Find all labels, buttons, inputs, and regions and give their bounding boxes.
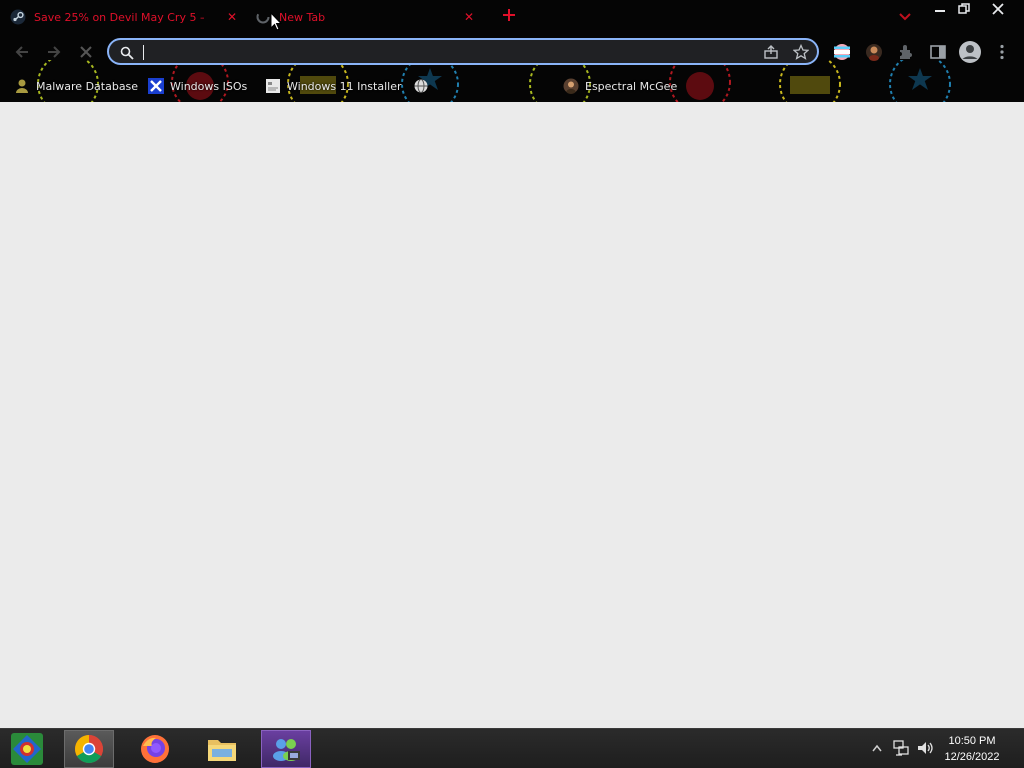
close-window-button[interactable] (985, 0, 1011, 18)
messenger-icon (273, 739, 300, 761)
extension-flag-icon[interactable] (832, 42, 852, 62)
bookmark-windows-11-installer[interactable]: Windows 11 Installer (265, 75, 402, 97)
back-button[interactable] (12, 42, 32, 62)
taskbar-messenger[interactable] (261, 730, 311, 768)
taskbar-chrome[interactable] (64, 730, 114, 768)
tab-new-tab[interactable]: New Tab ✕ (255, 4, 487, 30)
minimize-button[interactable] (927, 0, 953, 18)
profile-avatar-icon[interactable] (958, 40, 982, 64)
firefox-icon (141, 735, 169, 763)
tab-steam[interactable]: Save 25% on Devil May Cry 5 – ... ✕ (10, 4, 246, 30)
bookmark-movie-site[interactable] (413, 75, 435, 97)
bookmark-malware-database[interactable]: Malware Database (14, 75, 138, 97)
bookmark-label: Windows ISOs (170, 79, 248, 93)
x-logo-icon (148, 78, 164, 94)
stop-button[interactable] (76, 42, 96, 62)
tab-title: New Tab (279, 10, 326, 24)
taskbar-firefox[interactable] (130, 730, 180, 768)
clock-date: 12/26/2022 (944, 751, 1000, 763)
side-panel-icon[interactable] (928, 42, 948, 62)
bookmark-espectral-mcgee[interactable]: Espectral McGee (563, 75, 677, 97)
tab-search-button[interactable] (896, 8, 914, 26)
clock-time: 10:50 PM (948, 735, 996, 747)
taskbar-clock[interactable]: 10:50 PM 12/26/2022 (932, 733, 1012, 765)
extensions-puzzle-icon[interactable] (896, 42, 916, 62)
forward-button[interactable] (44, 42, 64, 62)
extension-avatar-icon[interactable] (864, 42, 884, 62)
loading-icon (255, 9, 271, 25)
globe-icon (413, 78, 429, 94)
avatar-icon (563, 78, 579, 94)
start-button[interactable] (4, 730, 50, 768)
page-icon (265, 78, 281, 94)
taskbar-file-explorer[interactable] (197, 730, 247, 768)
address-input[interactable] (141, 42, 741, 61)
taskbar: 10:50 PM 12/26/2022 (0, 728, 1024, 768)
bookmark-windows-isos[interactable]: Windows ISOs (148, 75, 247, 97)
menu-kebab-icon[interactable] (992, 42, 1012, 62)
bookmarks-bar: Malware Database Windows ISOs Windows 11… (0, 70, 1024, 102)
tab-close-button[interactable]: ✕ (461, 10, 477, 24)
show-hidden-icons-button[interactable] (870, 737, 884, 759)
new-tab-button[interactable] (500, 8, 518, 26)
folder-icon (208, 740, 236, 761)
bookmark-label: Windows 11 Installer (287, 79, 402, 93)
tab-strip: Save 25% on Devil May Cry 5 – ... ✕ New … (0, 0, 1024, 34)
restore-button[interactable] (951, 0, 977, 18)
page-content (0, 102, 1024, 728)
network-icon[interactable] (891, 737, 911, 759)
tab-title: Save 25% on Devil May Cry 5 – ... (34, 10, 204, 24)
user-icon (14, 78, 30, 94)
address-bar[interactable] (107, 38, 819, 65)
chrome-icon (75, 735, 103, 763)
text-caret (143, 45, 144, 60)
bookmark-star-icon[interactable] (792, 43, 810, 64)
mouse-cursor-icon (270, 11, 283, 35)
browser-frame: Save 25% on Devil May Cry 5 – ... ✕ New … (0, 0, 1024, 102)
share-icon[interactable] (763, 44, 779, 64)
bookmark-label: Espectral McGee (585, 79, 678, 93)
tab-close-button[interactable]: ✕ (224, 10, 240, 24)
bookmark-label: Malware Database (36, 79, 139, 93)
search-icon (120, 45, 134, 64)
steam-icon (10, 9, 26, 25)
